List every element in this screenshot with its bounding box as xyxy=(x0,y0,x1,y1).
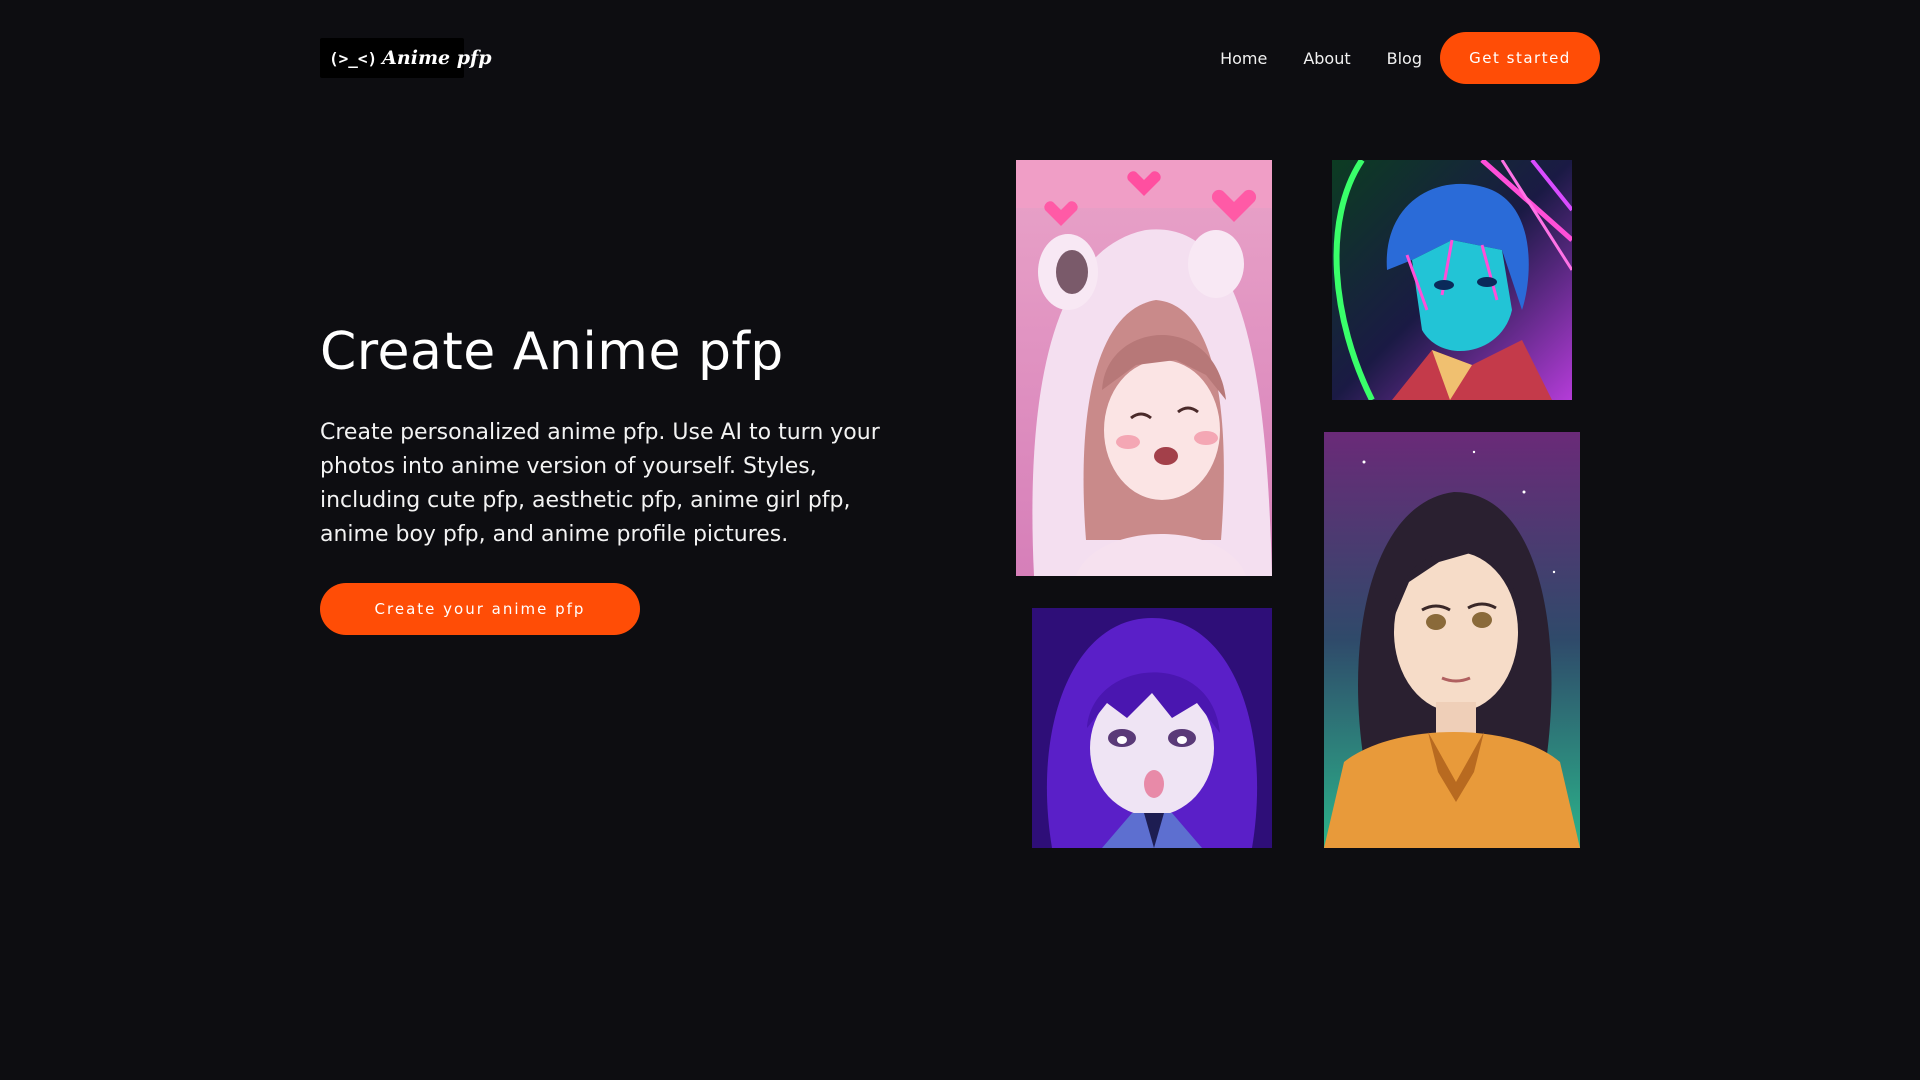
logo-face: (>_<) xyxy=(329,48,378,68)
page: (>_<) Anime pfp Home About Blog Get star… xyxy=(0,0,1920,1080)
anime-pfp-example-dark-hair-woman xyxy=(1324,432,1580,848)
nav-blog-link[interactable]: Blog xyxy=(1387,49,1422,68)
get-started-button[interactable]: Get started xyxy=(1440,32,1600,84)
hero-description: Create personalized anime pfp. Use AI to… xyxy=(320,420,880,547)
hero-title: Create Anime pfp xyxy=(320,322,784,382)
nav-about-link[interactable]: About xyxy=(1303,49,1350,68)
nav-home-link[interactable]: Home xyxy=(1220,49,1267,68)
logo-text: Anime pfp xyxy=(382,47,492,69)
anime-pfp-example-neon-boy xyxy=(1332,160,1572,400)
anime-pfp-example-purple-girl xyxy=(1032,608,1272,848)
anime-pfp-example-pink-hood xyxy=(1016,160,1272,576)
site-logo[interactable]: (>_<) Anime pfp xyxy=(320,38,492,78)
site-header: (>_<) Anime pfp Home About Blog Get star… xyxy=(0,0,1920,116)
main-nav: Home About Blog Get started xyxy=(1220,32,1600,84)
create-anime-pfp-button[interactable]: Create your anime pfp xyxy=(320,583,640,635)
